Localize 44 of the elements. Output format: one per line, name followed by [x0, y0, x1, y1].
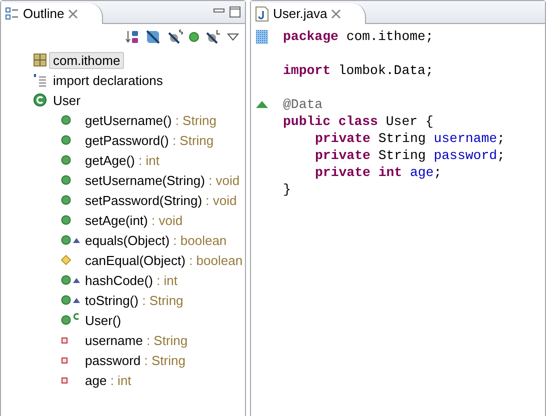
class-icon [32, 93, 48, 107]
tree-item[interactable]: import declarations [53, 72, 163, 88]
code-line: } [283, 181, 291, 198]
outline-tab[interactable]: Outline [1, 3, 104, 24]
package-icon [32, 53, 48, 67]
hide-local-types-icon[interactable] [205, 29, 221, 45]
code-line: private int age; [315, 164, 442, 181]
tree-item[interactable]: toString() : String [85, 292, 184, 308]
close-icon[interactable] [68, 8, 78, 18]
tree-item[interactable]: username : String [85, 332, 188, 348]
tree-item[interactable]: canEqual(Object) : boolean [85, 252, 243, 268]
tree-item[interactable]: password : String [85, 352, 186, 368]
close-icon[interactable] [331, 8, 342, 18]
hide-static-icon[interactable] [167, 29, 183, 45]
java-file-icon [255, 6, 269, 22]
imports-icon [32, 73, 48, 87]
field-icon [61, 356, 68, 364]
code-line: private String password; [315, 147, 505, 164]
outline-icon [5, 6, 19, 20]
editor-tab[interactable]: User.java [251, 3, 366, 24]
tree-item[interactable]: User [53, 92, 80, 108]
tree-item[interactable]: equals(Object) : boolean [85, 232, 227, 248]
tree-item[interactable]: setUsername(String) : void [85, 172, 240, 188]
tree-item[interactable]: User() [85, 312, 122, 328]
tree-item[interactable]: com.ithome [49, 52, 124, 68]
tree-item[interactable]: getAge() : int [85, 152, 160, 168]
tree-item[interactable]: setPassword(String) : void [85, 192, 237, 208]
code-line: public class User { [283, 113, 434, 130]
tree-item[interactable]: getPassword() : String [85, 132, 214, 148]
tree-item[interactable]: setAge(int) : void [85, 212, 183, 228]
hide-fields-icon[interactable] [145, 29, 161, 45]
code-line: import lombok.Data; [283, 62, 434, 79]
field-icon [61, 336, 68, 344]
circle-icon[interactable] [189, 32, 199, 42]
view-menu-icon[interactable] [227, 33, 239, 41]
sort-icon[interactable] [125, 29, 139, 45]
tree-item[interactable]: hashCode() : int [85, 272, 178, 288]
code-line: private String username; [315, 130, 505, 147]
code-line: package com.ithome; [283, 28, 434, 45]
code-line: @Data [283, 96, 323, 113]
tree-item[interactable]: getUsername() : String [85, 112, 217, 128]
field-icon [61, 376, 68, 384]
tree-item[interactable]: age : int [85, 372, 132, 388]
maximize-icon[interactable] [229, 6, 241, 18]
